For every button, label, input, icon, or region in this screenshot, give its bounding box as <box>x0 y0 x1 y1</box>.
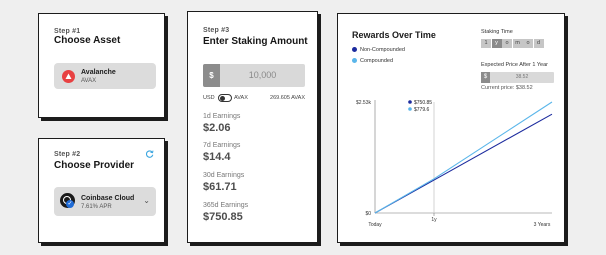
step-label: Step #1 <box>54 28 81 35</box>
provider-apr: 7.61% APR <box>81 204 112 210</box>
toggle-left-label: USD <box>203 95 215 101</box>
step-label: Step #3 <box>203 27 230 34</box>
x-tick-label: Today <box>368 222 382 228</box>
provider-name: Coinbase Cloud <box>81 195 135 202</box>
verified-icon: ✓ <box>66 200 74 208</box>
y-tick-label: $0 <box>365 211 371 217</box>
earnings-7d: 7d Earnings $14.4 <box>203 142 240 163</box>
earnings-1d: 1d Earnings $2.06 <box>203 113 240 134</box>
staking-amount-card: Step #3 Enter Staking Amount $ 10,000 US… <box>187 11 318 243</box>
rewards-chart-card: Rewards Over Time Non-Compounded Compoun… <box>337 13 565 243</box>
choose-provider-card: Step #2 Choose Provider ✓ Coinbase Cloud… <box>38 138 165 243</box>
earnings-365d: 365d Earnings $750.85 <box>203 202 248 223</box>
marker-value-label: $779.6 <box>414 107 430 113</box>
earnings-value: $2.06 <box>203 122 231 134</box>
currency-toggle[interactable] <box>218 94 232 102</box>
marker-dot <box>408 107 412 111</box>
x-tick-label: 1y <box>431 217 437 223</box>
asset-name: Avalanche <box>81 69 116 76</box>
toggle-right-label: AVAX <box>234 95 248 101</box>
earnings-label: 1d Earnings <box>203 113 241 120</box>
chevron-down-icon[interactable]: ⌄ <box>143 196 150 205</box>
earnings-label: 30d Earnings <box>203 172 245 179</box>
earnings-value: $14.4 <box>203 151 231 163</box>
choose-asset-card: Step #1 Choose Asset Avalanche AVAX <box>38 13 165 118</box>
earnings-label: 7d Earnings <box>203 142 241 149</box>
earnings-value: $61.71 <box>203 181 237 193</box>
earnings-label: 365d Earnings <box>203 202 249 209</box>
rewards-chart: $2.53k $0 Today 1y 3 Years $750.85$779.6 <box>356 100 553 228</box>
x-tick-label: 3 Years <box>534 222 551 228</box>
card-title: Choose Provider <box>54 160 135 171</box>
series-line <box>374 101 553 214</box>
avalanche-icon <box>62 70 75 83</box>
currency-symbol: $ <box>203 64 220 87</box>
y-tick-label: $2.53k <box>356 100 372 106</box>
card-title: Choose Asset <box>54 35 121 46</box>
provider-selector[interactable]: ✓ Coinbase Cloud 7.61% APR ⌄ <box>54 187 156 216</box>
amount-value[interactable]: 10,000 <box>220 64 305 87</box>
refresh-icon[interactable] <box>145 150 154 161</box>
amount-input[interactable]: $ 10,000 <box>203 64 305 87</box>
marker-value-label: $750.85 <box>414 100 432 106</box>
asset-selector[interactable]: Avalanche AVAX <box>54 63 156 89</box>
earnings-30d: 30d Earnings $61.71 <box>203 172 244 193</box>
asset-ticker: AVAX <box>81 78 97 84</box>
step-label: Step #2 <box>54 151 81 158</box>
conversion-value: 269.605 AVAX <box>270 95 305 101</box>
card-title: Enter Staking Amount <box>203 36 308 47</box>
marker-dot <box>408 100 412 104</box>
earnings-value: $750.85 <box>203 211 243 223</box>
